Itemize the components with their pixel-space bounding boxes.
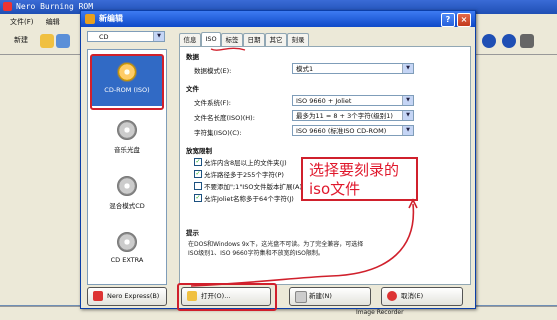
list-item-label: 音乐光盘: [114, 146, 140, 154]
cd-extra-icon: [117, 232, 137, 252]
section-restrictions: 放宽限制: [186, 147, 212, 155]
data-mode-select[interactable]: 模式1 ▼: [292, 63, 414, 74]
chevron-down-icon: ▼: [402, 126, 413, 135]
app-left-pane: [0, 55, 88, 305]
toolbar-open-icon[interactable]: [40, 34, 54, 48]
cancel-button[interactable]: 取消(E): [381, 287, 463, 306]
section-file: 文件: [186, 85, 199, 93]
music-cd-icon: [117, 120, 137, 140]
new-doc-icon: [295, 291, 307, 303]
toolbar-new-button[interactable]: 新建: [14, 35, 28, 45]
open-highlight-box: [177, 283, 277, 311]
section-data: 数据: [186, 53, 199, 61]
list-item-label: CD EXTRA: [110, 256, 144, 264]
new-label: 新建(N): [309, 292, 332, 300]
info-icon[interactable]: [482, 34, 496, 48]
annotation-callout: 选择要刻录的 iso文件: [301, 157, 418, 201]
checkbox-no-version-ext[interactable]: [194, 182, 202, 190]
checkbox-deep-folders[interactable]: ✓: [194, 158, 202, 166]
cancel-icon: [387, 291, 397, 301]
filename-length-select[interactable]: 最多为11 = 8 + 3个字符(级别1) ▼: [292, 110, 414, 121]
chevron-down-icon: ▼: [153, 32, 164, 41]
list-item-label: 混合模式CD: [109, 202, 145, 210]
menu-edit[interactable]: 编辑: [46, 14, 60, 30]
checkbox-long-path[interactable]: ✓: [194, 170, 202, 178]
close-button[interactable]: ×: [457, 13, 471, 27]
charset-label: 字符集(ISO)(C):: [194, 129, 242, 137]
annotation-arrow: [190, 198, 418, 287]
charset-value: ISO 9660 (标准ISO CD-ROM): [296, 127, 387, 135]
chevron-down-icon: ▼: [402, 96, 413, 105]
annotation-line-1: 选择要刻录的: [309, 161, 400, 179]
chevron-down-icon: ▼: [402, 111, 413, 120]
file-system-label: 文件系统(F):: [194, 99, 232, 107]
list-item-audio-cd[interactable]: 音乐光盘: [92, 120, 162, 154]
file-system-select[interactable]: ISO 9660 + Joliet ▼: [292, 95, 414, 106]
list-item-mixed-mode[interactable]: 混合模式CD: [92, 176, 162, 210]
status-recorder: Image Recorder: [356, 309, 404, 316]
media-type-value: CD: [99, 33, 109, 41]
charset-select[interactable]: ISO 9660 (标准ISO CD-ROM) ▼: [292, 125, 414, 136]
nero-express-icon: [93, 291, 103, 301]
new-compilation-dialog: 新编辑 ? × CD ▼ CD-ROM (ISO) 音乐光盘 混合模式CD CD…: [80, 10, 476, 311]
compilation-type-list: CD-ROM (ISO) 音乐光盘 混合模式CD CD EXTRA: [87, 49, 167, 285]
tab-burn[interactable]: 刻录: [287, 33, 309, 46]
data-mode-label: 数据模式(E):: [194, 67, 232, 75]
menu-file[interactable]: 文件(F): [10, 14, 34, 30]
dialog-title-bar: 新编辑 ? ×: [81, 11, 475, 27]
cancel-label: 取消(E): [401, 292, 424, 300]
checkbox-long-path-label: 允许路径多于255个字符(P): [204, 171, 284, 179]
tab-underline-mark: [210, 47, 246, 51]
nero-app-icon: [3, 2, 12, 11]
file-system-value: ISO 9660 + Joliet: [296, 97, 352, 105]
nero-express-label: Nero Express(B): [107, 292, 160, 300]
tab-misc[interactable]: 其它: [265, 33, 287, 46]
toolbar-save-icon[interactable]: [56, 34, 70, 48]
data-mode-value: 模式1: [296, 65, 314, 73]
media-type-select[interactable]: CD ▼: [87, 31, 165, 42]
dialog-title: 新编辑: [99, 14, 123, 23]
list-item-cd-extra[interactable]: CD EXTRA: [92, 232, 162, 264]
highlight-box: [90, 54, 164, 110]
checkbox-no-version-ext-label: 不要添加";1"ISO文件版本扩展(A): [204, 183, 302, 191]
checkbox-deep-folders-label: 允许内含8层以上的文件夹(J): [204, 159, 287, 167]
filename-length-label: 文件名长度(ISO)(H):: [194, 114, 255, 122]
help-icon[interactable]: [502, 34, 516, 48]
help-button[interactable]: ?: [441, 13, 455, 27]
filename-length-value: 最多为11 = 8 + 3个字符(级别1): [296, 112, 393, 120]
new-button[interactable]: 新建(N): [289, 287, 371, 306]
mixed-cd-icon: [117, 176, 137, 196]
toolbar-arrow-icon[interactable]: [520, 34, 534, 48]
chevron-down-icon: ▼: [402, 64, 413, 73]
app-right-pane: [474, 55, 557, 305]
dialog-title-icon: [85, 14, 95, 24]
tab-info[interactable]: 信息: [179, 33, 201, 46]
nero-express-button[interactable]: Nero Express(B): [87, 287, 167, 306]
